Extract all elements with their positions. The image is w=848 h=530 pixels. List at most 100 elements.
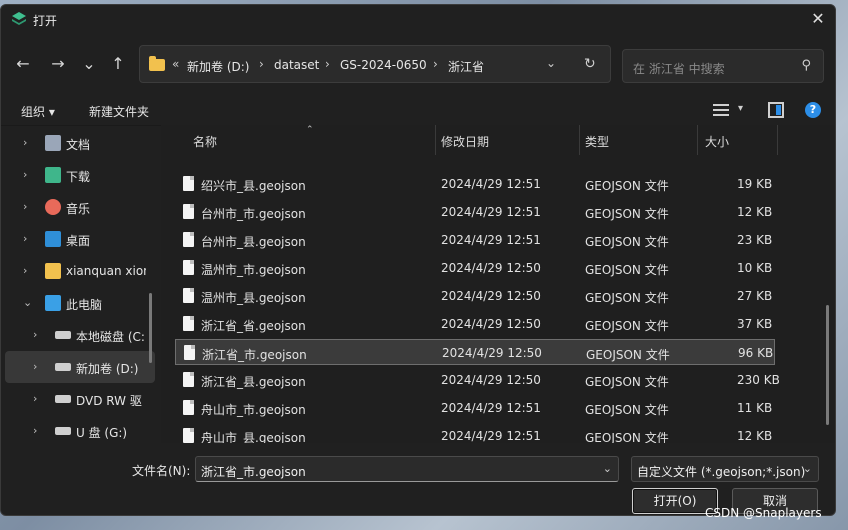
sidebar-item[interactable]: › 文档 [5,127,155,159]
file-row[interactable]: 浙江省_省.geojson 2024/4/29 12:50 GEOJSON 文件 37… [175,311,775,337]
sort-ascending-icon: ⌃ [306,125,314,135]
breadcrumb-zhejiang[interactable]: 浙江省 [448,58,484,75]
file-row[interactable]: 舟山市_县.geojson 2024/4/29 12:51 GEOJSON 文件 12… [175,423,775,443]
new-folder-button[interactable]: 新建文件夹 [89,103,149,120]
file-list-scrollbar[interactable] [826,305,829,425]
column-divider[interactable] [579,125,580,155]
chevron-right-icon[interactable]: › [23,136,27,149]
file-size: 11 KB [737,401,773,415]
file-modified: 2024/4/29 12:51 [441,177,541,191]
filename-input[interactable]: 浙江省_市.geojson ⌄ [195,456,619,482]
breadcrumb-separator[interactable]: › [325,57,330,71]
file-icon [183,400,194,415]
file-row[interactable]: 浙江省_县.geojson 2024/4/29 12:50 GEOJSON 文件 23… [175,367,780,393]
column-divider[interactable] [777,125,778,155]
column-header-type[interactable]: 类型 [585,133,609,150]
breadcrumb-separator[interactable]: › [259,57,264,71]
sidebar-item[interactable]: › 下载 [5,159,155,191]
chevron-right-icon[interactable]: › [23,200,27,213]
help-icon[interactable]: ? [805,102,821,118]
address-dropdown-icon[interactable]: ⌄ [546,56,556,70]
chevron-down-icon[interactable]: ⌄ [603,462,612,475]
file-size: 96 KB [738,346,774,360]
file-modified: 2024/4/29 12:51 [441,233,541,247]
chevron-down-icon[interactable]: ⌄ [23,296,32,309]
column-header-size[interactable]: 大小 [705,133,729,150]
file-modified: 2024/4/29 12:51 [441,401,541,415]
column-divider[interactable] [435,125,436,155]
file-row[interactable]: 舟山市_市.geojson 2024/4/29 12:51 GEOJSON 文件 11… [175,395,775,421]
sidebar-item[interactable]: › 本地磁盘 (C: [5,319,155,351]
view-options-caret-icon[interactable]: ▾ [738,103,743,114]
overflow-chevron[interactable]: « [172,57,179,71]
column-header-modified[interactable]: 修改日期 [441,133,489,150]
file-row[interactable]: 绍兴市_县.geojson 2024/4/29 12:51 GEOJSON 文件 19… [175,171,775,197]
file-row[interactable]: 台州市_县.geojson 2024/4/29 12:51 GEOJSON 文件 23… [175,227,775,253]
search-box[interactable]: 在 浙江省 中搜索 ⚲ [622,49,824,83]
sidebar-item[interactable]: › 新加卷 (D:) [5,351,155,383]
sidebar-item-label: 新加卷 (D:) [76,362,139,376]
address-bar[interactable]: « 新加卷 (D:) › dataset › GS-2024-0650 › 浙江… [139,45,611,83]
refresh-icon[interactable]: ↻ [584,56,596,72]
chevron-right-icon[interactable]: › [33,392,37,405]
back-button[interactable]: ← [11,52,35,76]
file-modified: 2024/4/29 12:50 [441,373,541,387]
sidebar-item[interactable]: ⌄ 此电脑 [5,287,155,319]
chevron-right-icon[interactable]: › [33,424,37,437]
file-name: 浙江省_市.geojson [202,348,307,362]
file-name: 温州市_市.geojson [201,263,306,277]
column-divider[interactable] [697,125,698,155]
file-modified: 2024/4/29 12:50 [441,261,541,275]
file-name: 台州市_县.geojson [201,235,306,249]
file-name: 浙江省_县.geojson [201,375,306,389]
sidebar-item[interactable]: › DVD RW 驱 [5,383,155,415]
file-row[interactable]: 台州市_市.geojson 2024/4/29 12:51 GEOJSON 文件 12… [175,199,775,225]
chevron-down-icon[interactable]: ⌄ [803,462,812,475]
column-header-name[interactable]: 名称 [193,133,217,150]
view-options-icon[interactable] [713,103,729,117]
navigation-scrollbar[interactable] [149,293,152,363]
sidebar-item[interactable]: › 桌面 [5,223,155,255]
file-row[interactable]: 浙江省_市.geojson 2024/4/29 12:50 GEOJSON 文件 96… [175,339,775,365]
preview-pane-icon[interactable] [768,102,784,118]
file-name: 舟山市_市.geojson [201,403,306,417]
file-size: 27 KB [737,289,773,303]
filename-value[interactable]: 浙江省_市.geojson [201,463,306,480]
sidebar-item[interactable]: › U 盘 (G:) [5,415,155,443]
file-list[interactable]: ⌃ 名称 修改日期 类型 大小 绍兴市_市.geojson2024/4/29 1… [161,125,835,443]
chevron-right-icon[interactable]: › [23,232,27,245]
organize-menu[interactable]: 组织 ▾ [21,103,55,120]
chevron-right-icon[interactable]: › [23,264,27,277]
download-icon [45,167,61,183]
app-layers-icon [12,12,26,25]
chevron-right-icon[interactable]: › [33,360,37,373]
drive-icon [55,331,71,339]
breadcrumb-drive-d[interactable]: 新加卷 (D:) [187,58,249,75]
recent-locations-button[interactable]: ⌄ [77,52,101,76]
file-size: 12 KB [737,205,773,219]
sidebar-item-label: 文档 [66,138,91,152]
file-row[interactable]: 温州市_县.geojson 2024/4/29 12:50 GEOJSON 文件 27… [175,283,775,309]
search-icon[interactable]: ⚲ [801,58,811,73]
chevron-right-icon[interactable]: › [33,328,37,341]
sidebar-item[interactable]: › xianquan xion [5,255,155,287]
file-type-select[interactable]: 自定义文件 (*.geojson;*.json) ⌄ [631,456,819,482]
file-size: 12 KB [737,429,773,443]
breadcrumb-gs-2024-0650[interactable]: GS-2024-0650 [340,58,427,72]
file-size: 230 KB [737,373,780,387]
file-row[interactable]: 温州市_市.geojson 2024/4/29 12:50 GEOJSON 文件 10… [175,255,775,281]
navigation-pane[interactable]: › 文档 › 下载 › 音乐 › 桌面 › xianquan xion ⌄ 此电脑 › 本地磁盘 (C: ›… [5,125,157,443]
close-button[interactable]: ✕ [801,5,835,33]
forward-button[interactable]: → [46,52,70,76]
chevron-right-icon[interactable]: › [23,168,27,181]
file-name: 台州市_市.geojson [201,207,306,221]
up-button[interactable]: ↑ [106,52,130,76]
sidebar-item-label: 音乐 [66,202,91,216]
file-name: 温州市_县.geojson [201,291,306,305]
file-type: GEOJSON 文件 [586,348,670,362]
sidebar-item[interactable]: › 音乐 [5,191,155,223]
sidebar-item-label: xianquan xion [66,264,146,278]
breadcrumb-separator[interactable]: › [433,57,438,71]
breadcrumb-dataset[interactable]: dataset [274,58,319,72]
file-size: 19 KB [737,177,773,191]
